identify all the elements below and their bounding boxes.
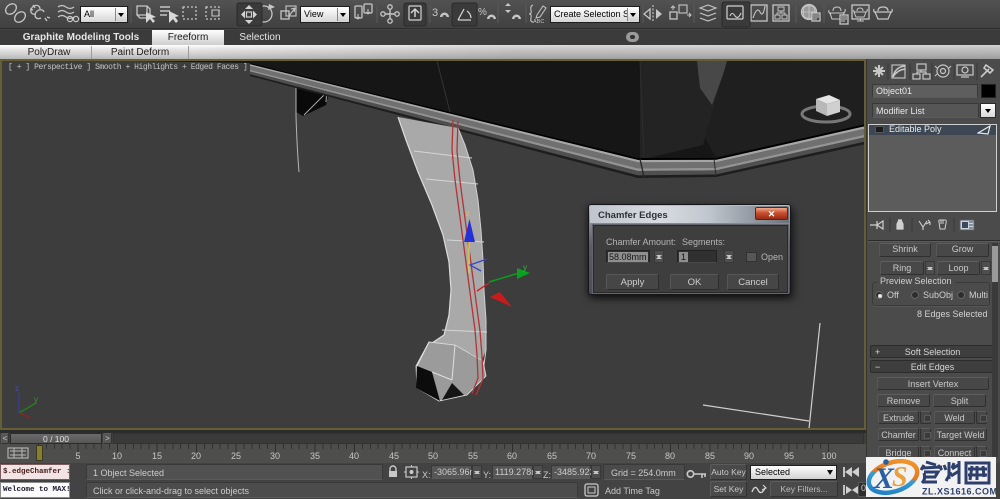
svg-text:y: y: [523, 263, 527, 272]
svg-text:ZL.XS1616.COM: ZL.XS1616.COM: [922, 487, 996, 497]
svg-text:y: y: [34, 395, 38, 404]
svg-text:ABC: ABC: [533, 19, 544, 25]
svg-text:S: S: [892, 462, 908, 493]
svg-text:%: %: [478, 7, 487, 18]
svg-text:z: z: [466, 209, 470, 218]
svg-text:z: z: [15, 384, 19, 393]
svg-text:3: 3: [432, 7, 438, 19]
